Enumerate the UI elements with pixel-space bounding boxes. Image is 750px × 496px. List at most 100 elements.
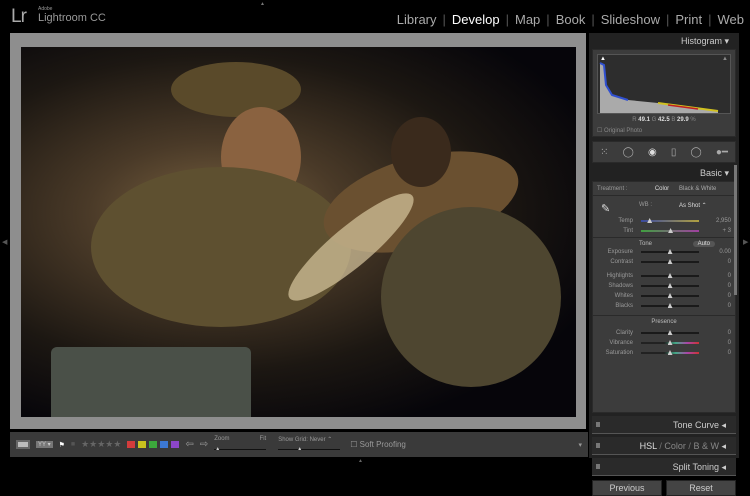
slider-label: Contrast bbox=[610, 259, 633, 265]
slider-thumb[interactable] bbox=[667, 303, 673, 308]
treatment-color[interactable]: Color bbox=[645, 186, 679, 192]
slider-value[interactable]: 0.00 bbox=[703, 249, 731, 255]
top-panel-toggle-icon[interactable]: ▲ bbox=[260, 1, 265, 7]
zoom-thumb[interactable]: ▲ bbox=[215, 446, 220, 452]
radial-filter-icon[interactable]: ◯ bbox=[690, 147, 701, 158]
wb-eyedropper-icon[interactable]: ✎ bbox=[601, 202, 610, 215]
slider-value[interactable]: 2,950 bbox=[703, 218, 731, 224]
soft-proofing-checkbox[interactable]: ☐ Soft Proofing bbox=[350, 440, 406, 449]
graduated-filter-icon[interactable]: ▯ bbox=[671, 147, 677, 158]
auto-tone-button[interactable]: Auto bbox=[692, 241, 715, 247]
zoom-fit[interactable]: Fit bbox=[260, 436, 267, 442]
hsl-tab[interactable]: HSL bbox=[640, 441, 657, 451]
histogram-header[interactable]: Histogram ▾ bbox=[589, 33, 739, 49]
blacks-slider[interactable] bbox=[641, 303, 699, 308]
previous-arrow-icon[interactable]: ⇦ bbox=[185, 439, 193, 450]
panel-scrollbar[interactable] bbox=[734, 165, 737, 295]
show-grid-value[interactable]: Never bbox=[310, 437, 326, 443]
exposure-slider[interactable] bbox=[641, 249, 699, 254]
slider-thumb[interactable] bbox=[667, 273, 673, 278]
flag-icon[interactable]: ⚑ bbox=[59, 441, 65, 449]
slider-value[interactable]: 0 bbox=[703, 330, 731, 336]
color-label-swatch[interactable] bbox=[127, 441, 136, 448]
clarity-slider[interactable] bbox=[641, 330, 699, 335]
right-panel-toggle-icon[interactable]: ▶ bbox=[743, 238, 748, 246]
slider-value[interactable]: 0 bbox=[703, 340, 731, 346]
reject-flag-icon[interactable]: ■ bbox=[71, 441, 75, 448]
bw-tab[interactable]: B & W bbox=[693, 441, 719, 451]
module-develop[interactable]: Develop bbox=[452, 12, 500, 27]
spot-removal-icon[interactable]: ◯ bbox=[623, 147, 634, 158]
vibrance-slider[interactable] bbox=[641, 340, 699, 345]
slider-thumb[interactable] bbox=[667, 340, 673, 345]
toolbar-menu-icon[interactable]: ▾ bbox=[578, 441, 582, 449]
basic-header[interactable]: Basic ▾ bbox=[589, 165, 739, 181]
adjustment-brush-icon[interactable]: ●━ bbox=[716, 147, 728, 158]
left-panel-toggle-icon[interactable]: ◀ bbox=[2, 238, 7, 246]
split-toning-header[interactable]: Split Toning ◂ bbox=[592, 458, 736, 476]
module-print[interactable]: Print bbox=[675, 12, 702, 27]
treatment-bw[interactable]: Black & White bbox=[679, 186, 716, 192]
slider-value[interactable]: 0 bbox=[703, 259, 731, 265]
separator: / bbox=[688, 441, 691, 451]
slider-thumb[interactable] bbox=[647, 218, 653, 223]
panel-switch-icon[interactable] bbox=[596, 443, 600, 448]
crop-tool-icon[interactable]: ⁙ bbox=[600, 147, 608, 158]
slider-label: Temp bbox=[618, 218, 633, 224]
saturation-slider[interactable] bbox=[641, 350, 699, 355]
slider-thumb[interactable] bbox=[667, 249, 673, 254]
color-label-swatch[interactable] bbox=[160, 441, 169, 448]
color-label-swatch[interactable] bbox=[171, 441, 180, 448]
module-slideshow[interactable]: Slideshow bbox=[601, 12, 660, 27]
slider-value[interactable]: + 3 bbox=[703, 228, 731, 234]
color-tab[interactable]: Color bbox=[664, 441, 686, 451]
filmstrip-toggle-icon[interactable]: ▲ bbox=[358, 458, 363, 464]
slider-thumb[interactable] bbox=[667, 350, 673, 355]
module-book[interactable]: Book bbox=[556, 12, 586, 27]
module-map[interactable]: Map bbox=[515, 12, 540, 27]
slider-thumb[interactable] bbox=[668, 228, 674, 233]
tone-curve-header[interactable]: Tone Curve ◂ bbox=[592, 416, 736, 434]
wb-select[interactable]: As Shot ⌃ bbox=[679, 202, 707, 209]
reset-button[interactable]: Reset bbox=[666, 480, 736, 496]
zoom-slider[interactable]: Zoom Fit ▲ bbox=[214, 435, 267, 455]
shadows-slider[interactable] bbox=[641, 283, 699, 288]
slider-thumb[interactable] bbox=[667, 283, 673, 288]
original-photo-checkbox[interactable]: ☐ Original Photo bbox=[597, 127, 735, 134]
slider-thumb[interactable] bbox=[667, 293, 673, 298]
slider-value[interactable]: 0 bbox=[703, 303, 731, 309]
panel-switch-icon[interactable] bbox=[596, 422, 600, 427]
slider-thumb[interactable] bbox=[667, 259, 673, 264]
previous-button[interactable]: Previous bbox=[592, 480, 662, 496]
slider-thumb[interactable] bbox=[667, 330, 673, 335]
module-library[interactable]: Library bbox=[397, 12, 437, 27]
color-label-swatch[interactable] bbox=[138, 441, 147, 448]
contrast-slider-row: Contrast 0 bbox=[593, 257, 735, 267]
whites-slider[interactable] bbox=[641, 293, 699, 298]
shadow-clipping-icon[interactable]: ▲ bbox=[600, 56, 606, 62]
hsl-header[interactable]: HSL / Color / B & W ◂ bbox=[592, 437, 736, 455]
next-arrow-icon[interactable]: ⇨ bbox=[200, 439, 208, 450]
show-grid-control[interactable]: Show Grid: Never ⌃ ▲ bbox=[278, 435, 341, 455]
saturation-slider-row: Saturation 0 bbox=[593, 348, 735, 358]
highlights-slider[interactable] bbox=[641, 273, 699, 278]
highlight-clipping-icon[interactable]: ▲ bbox=[722, 56, 728, 62]
tint-slider[interactable] bbox=[641, 228, 699, 233]
before-after-icon[interactable]: YY ▾ bbox=[36, 441, 53, 448]
slider-value[interactable]: 0 bbox=[703, 293, 731, 299]
star-rating[interactable]: ★★★★★ bbox=[81, 439, 121, 450]
zoom-label: Zoom bbox=[214, 435, 230, 442]
color-label-swatch[interactable] bbox=[149, 441, 158, 448]
grid-opacity-thumb[interactable]: ▲ bbox=[297, 446, 302, 452]
contrast-slider[interactable] bbox=[641, 259, 699, 264]
slider-value[interactable]: 0 bbox=[703, 273, 731, 279]
module-web[interactable]: Web bbox=[718, 12, 745, 27]
red-eye-icon[interactable]: ◉ bbox=[648, 147, 657, 158]
temp-slider-row: Temp 2,950 bbox=[593, 216, 731, 226]
loupe-view-icon[interactable] bbox=[16, 440, 30, 449]
module-separator: | bbox=[708, 12, 712, 27]
slider-value[interactable]: 0 bbox=[703, 350, 731, 356]
temp-slider[interactable] bbox=[641, 218, 699, 223]
slider-value[interactable]: 0 bbox=[703, 283, 731, 289]
exposure-slider-row: Exposure 0.00 bbox=[593, 247, 735, 257]
